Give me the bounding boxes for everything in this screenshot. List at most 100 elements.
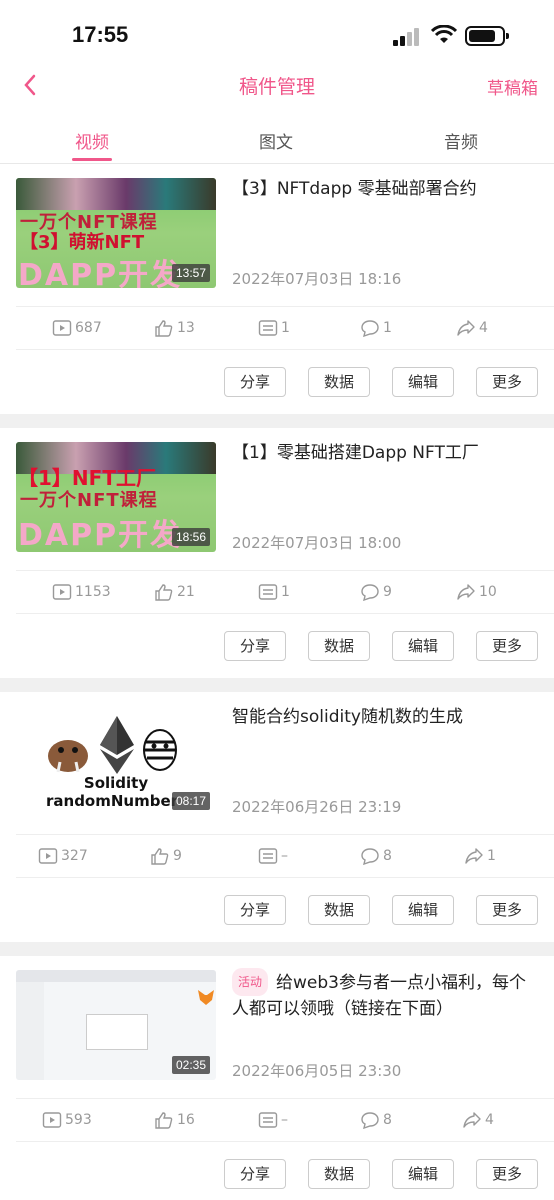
app-sidebar [16,982,44,1080]
video-duration: 13:57 [171,264,210,282]
video-thumbnail[interactable]: 02:35 [16,970,216,1080]
video-title[interactable]: 活动 给web3参与者一点小福利，每个人都可以领哦（链接在下面） [232,968,532,1022]
comment-icon [361,848,379,865]
cellular-signal-icon [393,28,421,46]
video-duration: 02:35 [171,1056,210,1074]
more-button[interactable]: 更多 [476,631,538,661]
video-card[interactable]: 一万个NFT课程 【3】萌新NFT DAPP开发 13:57 【3】NFTdap… [0,164,554,414]
data-button[interactable]: 数据 [308,631,370,661]
video-stats: 687 13 1 1 4 [16,306,554,350]
thumb-text: 一万个NFT课程 [20,490,158,511]
comment-icon [361,584,379,601]
share-icon [457,584,475,600]
comment-icon [361,1112,379,1129]
tab-audio[interactable]: 音频 [421,128,501,153]
stat-shares: 1 [464,847,496,865]
more-button[interactable]: 更多 [476,895,538,925]
battery-icon [465,26,509,46]
stat-plays: 687 [52,319,102,337]
video-date: 2022年06月26日 23:19 [232,798,402,816]
stat-value: 1 [383,320,392,336]
status-time: 17:55 [72,22,129,47]
video-stats: 593 16 – 8 4 [16,1098,554,1142]
video-stats: 327 9 – 8 1 [16,834,554,878]
stat-value: 13 [177,320,195,336]
video-card[interactable]: 02:35 活动 给web3参与者一点小福利，每个人都可以领哦（链接在下面） 20… [0,956,554,1200]
edit-button[interactable]: 编辑 [392,895,454,925]
edit-button[interactable]: 编辑 [392,367,454,397]
stat-value: 1 [281,584,290,600]
video-date: 2022年06月05日 23:30 [232,1062,402,1080]
stat-coins: – [258,1111,288,1129]
stat-value: 1 [281,320,290,336]
comment-icon [361,320,379,337]
nav-bar: 稿件管理 草稿箱 [0,62,554,110]
video-title[interactable]: 【3】NFTdapp 零基础部署合约 [232,176,532,202]
stat-value: 8 [383,848,392,864]
more-button[interactable]: 更多 [476,1159,538,1189]
list-icon [258,584,278,600]
share-icon [463,1112,481,1128]
play-icon [38,848,58,864]
video-title[interactable]: 智能合约solidity随机数的生成 [232,704,532,730]
video-card[interactable]: 【1】NFT工厂 一万个NFT课程 DAPP开发 18:56 【1】零基础搭建D… [0,428,554,678]
video-stats: 1153 21 1 9 10 [16,570,554,614]
list-icon [258,848,278,864]
stat-plays: 1153 [52,583,111,601]
stat-likes: 16 [154,1111,195,1129]
stat-coins: 1 [258,583,290,601]
stat-plays: 593 [42,1111,92,1129]
stat-value: 593 [65,1112,92,1128]
page-title: 稿件管理 [238,76,315,98]
list-icon [258,320,278,336]
stat-value: 16 [177,1112,195,1128]
nft-images-strip [16,178,216,210]
stat-shares: 4 [456,319,488,337]
video-thumbnail[interactable]: 一万个NFT课程 【3】萌新NFT DAPP开发 13:57 [16,178,216,288]
video-card[interactable]: Solidity randomNumber 08:17 智能合约solidity… [0,692,554,942]
video-title[interactable]: 【1】零基础搭建Dapp NFT工厂 [232,440,532,466]
data-button[interactable]: 数据 [308,367,370,397]
stat-coins: 1 [258,319,290,337]
data-button[interactable]: 数据 [308,1159,370,1189]
wifi-icon [431,25,457,43]
more-button[interactable]: 更多 [476,367,538,397]
share-button[interactable]: 分享 [224,631,286,661]
tab-article[interactable]: 图文 [236,128,316,153]
video-thumbnail[interactable]: 【1】NFT工厂 一万个NFT课程 DAPP开发 18:56 [16,442,216,552]
stat-value: 21 [177,584,195,600]
share-button[interactable]: 分享 [224,1159,286,1189]
edit-button[interactable]: 编辑 [392,631,454,661]
stat-likes: 13 [154,319,195,337]
stat-shares: 10 [456,583,497,601]
play-icon [42,1112,62,1128]
thumb-text: randomNumber [46,792,179,810]
stat-value: 327 [61,848,88,864]
stat-value: 1153 [75,584,111,600]
stat-comments: 8 [360,1111,392,1129]
stat-coins: – [258,847,288,865]
drafts-button[interactable]: 草稿箱 [487,74,538,99]
dialog-box [86,1014,148,1050]
stat-value: – [281,848,288,864]
stat-value: 9 [173,848,182,864]
stat-value: 4 [485,1112,494,1128]
data-button[interactable]: 数据 [308,895,370,925]
edit-button[interactable]: 编辑 [392,1159,454,1189]
share-button[interactable]: 分享 [224,367,286,397]
stat-comments: 1 [360,319,392,337]
tab-video[interactable]: 视频 [52,128,132,153]
metamask-fox-icon [198,990,214,1005]
tab-active-indicator [72,158,112,161]
video-thumbnail[interactable]: Solidity randomNumber 08:17 [16,706,216,816]
video-duration: 18:56 [171,528,210,546]
stat-value: 9 [383,584,392,600]
play-icon [52,320,72,336]
stat-value: 8 [383,1112,392,1128]
share-button[interactable]: 分享 [224,895,286,925]
stat-comments: 8 [360,847,392,865]
video-duration: 08:17 [171,792,210,810]
stat-likes: 21 [154,583,195,601]
ethereum-icon [100,716,134,774]
stat-value: 10 [479,584,497,600]
